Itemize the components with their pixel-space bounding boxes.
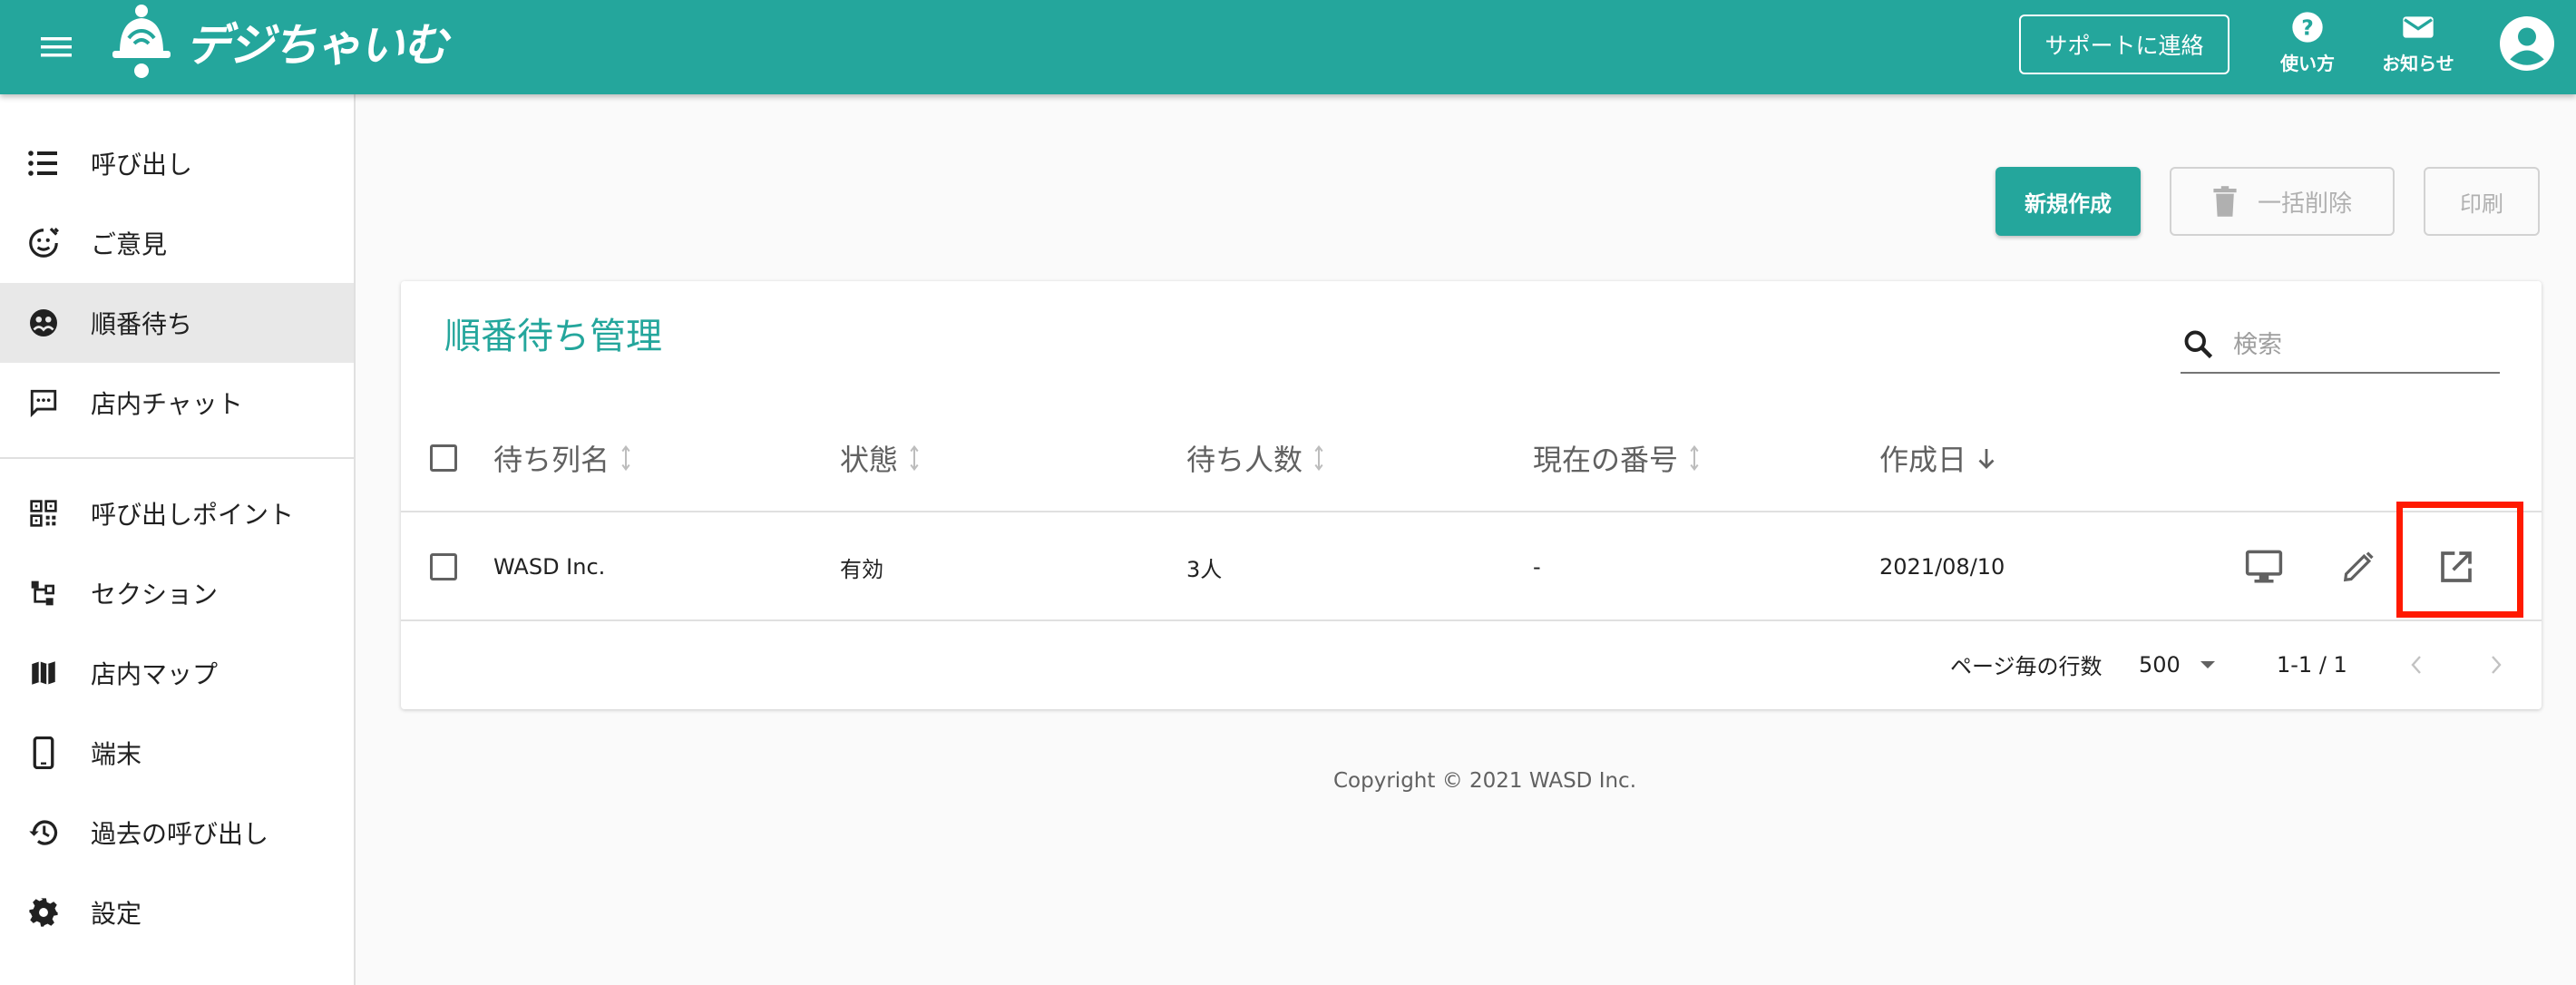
sidebar-item-chat[interactable]: 店内チャット (0, 363, 354, 443)
menu-icon (41, 37, 72, 57)
sidebar-item-queue[interactable]: 順番待ち (0, 283, 354, 363)
sidebar-item-label: ご意見 (91, 229, 168, 259)
sidebar: 呼び出し ご意見 順番待ち 店内チャット 呼び出しポイント セクション 店内マッ… (0, 94, 356, 985)
sort-icon (619, 444, 633, 472)
cell-waiting-count: 3人 (1186, 556, 1223, 582)
app-logo[interactable]: デジちゃいむ (107, 0, 448, 83)
app-bar: デジちゃいむ サポートに連絡 ? 使い方 お知らせ (0, 0, 2576, 94)
sidebar-item-label: 呼び出し (91, 150, 193, 180)
chevron-left-icon (2411, 656, 2421, 674)
print-button[interactable]: 印刷 (2424, 167, 2540, 236)
cell-queue-name: WASD Inc. (493, 554, 606, 580)
cell-status: 有効 (840, 556, 883, 582)
sort-desc-icon (1976, 444, 1997, 472)
search-icon (2181, 327, 2217, 363)
sort-icon (1312, 444, 1326, 472)
app-name: デジちゃいむ (185, 19, 448, 72)
pencil-icon (2343, 551, 2374, 582)
sidebar-item-label: 端末 (91, 739, 142, 769)
sidebar-item-calls[interactable]: 呼び出し (0, 123, 354, 203)
queue-icon (25, 305, 62, 341)
help-button[interactable]: ? 使い方 (2262, 9, 2353, 82)
feedback-icon (25, 225, 62, 261)
rows-per-page-select[interactable]: 500 (2139, 621, 2217, 707)
sidebar-item-store-map[interactable]: 店内マップ (0, 633, 354, 713)
table-pagination: ページ毎の行数 500 1-1 / 1 (401, 621, 2542, 707)
sidebar-item-label: 店内マップ (91, 659, 219, 689)
column-label: 現在の番号 (1533, 443, 1679, 477)
chevron-right-icon (2492, 656, 2502, 674)
notice-button[interactable]: お知らせ (2373, 9, 2464, 82)
trash-icon (2213, 186, 2237, 217)
display-screen-button[interactable] (2237, 540, 2291, 594)
map-icon (25, 655, 62, 691)
table-row[interactable]: WASD Inc. 有効 3人 - 2021/08/10 (401, 512, 2542, 621)
copyright-text: Copyright © 2021 WASD Inc. (1333, 769, 1637, 793)
sidebar-item-label: 順番待ち (91, 309, 193, 339)
sidebar-divider (0, 457, 354, 459)
page-range: 1-1 / 1 (2277, 651, 2347, 678)
sidebar-item-settings[interactable]: 設定 (0, 873, 354, 952)
queue-management-card: 順番待ち管理 待ち列名 状態 待ち人数 現在の番号 作成日 (401, 281, 2542, 709)
chevron-down-icon (2200, 660, 2215, 668)
column-label: 待ち列名 (493, 443, 610, 477)
table-header: 待ち列名 状態 待ち人数 現在の番号 作成日 (401, 404, 2542, 512)
cell-created-date: 2021/08/10 (1879, 554, 2005, 580)
sidebar-item-label: 過去の呼び出し (91, 819, 269, 849)
monitor-icon (2245, 550, 2283, 583)
column-label: 作成日 (1879, 443, 1967, 477)
column-header-name[interactable]: 待ち列名 (493, 404, 633, 512)
search-input[interactable] (2233, 330, 2487, 359)
mail-icon (2403, 16, 2434, 38)
chat-icon (25, 385, 62, 421)
account-icon[interactable] (2500, 16, 2554, 71)
rows-per-page-label: ページ毎の行数 (1950, 654, 2103, 679)
sidebar-item-call-history[interactable]: 過去の呼び出し (0, 793, 354, 873)
bulk-delete-button[interactable]: 一括削除 (2170, 167, 2395, 236)
contact-support-button[interactable]: サポートに連絡 (2019, 15, 2230, 74)
sidebar-item-label: 店内チャット (91, 389, 243, 419)
sidebar-item-devices[interactable]: 端末 (0, 713, 354, 793)
column-header-status[interactable]: 状態 (840, 404, 922, 512)
history-icon (25, 814, 62, 851)
qr-code-icon (25, 495, 62, 532)
column-label: 状態 (840, 443, 899, 477)
sidebar-item-label: セクション (91, 580, 219, 610)
list-icon (25, 145, 62, 181)
help-label: 使い方 (2280, 53, 2335, 74)
help-icon: ? (2292, 12, 2323, 43)
svg-text:?: ? (2301, 15, 2314, 40)
column-header-waiting-count[interactable]: 待ち人数 (1186, 404, 1326, 512)
sidebar-item-call-points[interactable]: 呼び出しポイント (0, 473, 354, 553)
column-header-created-date[interactable]: 作成日 (1879, 404, 1997, 512)
column-label: 待ち人数 (1186, 443, 1303, 477)
edit-button[interactable] (2331, 540, 2386, 594)
create-new-button[interactable]: 新規作成 (1995, 167, 2141, 236)
bell-logo-icon (112, 5, 171, 78)
notice-label: お知らせ (2382, 53, 2454, 74)
next-page-button[interactable] (2474, 643, 2518, 687)
column-header-current-number[interactable]: 現在の番号 (1533, 404, 1702, 512)
search-box (2181, 317, 2500, 374)
sidebar-item-label: 設定 (91, 899, 142, 929)
section-icon (25, 575, 62, 611)
row-checkbox[interactable] (430, 553, 457, 580)
bulk-delete-label: 一括削除 (2257, 190, 2352, 218)
rows-per-page-value: 500 (2139, 651, 2181, 678)
page-title: 順番待ち管理 (444, 316, 662, 357)
menu-button[interactable] (36, 27, 76, 67)
sidebar-item-section[interactable]: セクション (0, 553, 354, 633)
sidebar-item-label: 呼び出しポイント (91, 500, 295, 530)
sidebar-item-feedback[interactable]: ご意見 (0, 203, 354, 283)
phone-icon (25, 735, 62, 771)
sort-icon (1687, 444, 1702, 472)
select-all-checkbox[interactable] (430, 444, 457, 472)
gear-icon (25, 894, 62, 931)
sort-icon (907, 444, 922, 472)
highlight-box (2396, 502, 2523, 618)
previous-page-button[interactable] (2395, 643, 2438, 687)
cell-current-number: - (1533, 554, 1541, 580)
